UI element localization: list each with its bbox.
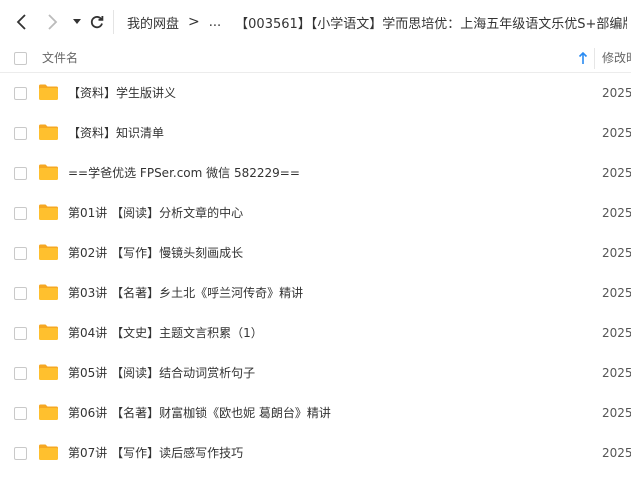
caret-down-icon [73,19,81,24]
column-header-name[interactable]: 文件名 [42,44,78,73]
folder-icon [39,84,58,100]
file-modified-date: 2025 [602,366,631,380]
row-checkbox[interactable] [14,127,27,140]
folder-icon [39,284,58,300]
folder-icon [39,124,58,140]
file-name[interactable]: 第04讲 【文史】主题文言积累（1） [68,313,263,353]
history-dropdown-button[interactable] [70,12,84,32]
file-modified-date: 2025 [602,206,631,220]
file-row[interactable]: 【资料】学生版讲义 2025 [0,73,631,113]
folder-icon [39,444,58,460]
file-name[interactable]: 第01讲 【阅读】分析文章的中心 [68,193,243,233]
breadcrumb-current[interactable]: 【003561】【小学语文】学而思培优：上海五年级语文乐优S+部编版（... [235,13,627,32]
refresh-button[interactable] [88,12,106,32]
file-row[interactable]: 第07讲 【写作】读后感写作技巧 2025 [0,433,631,473]
file-row[interactable]: 第05讲 【阅读】结合动词赏析句子 2025 [0,353,631,393]
back-button[interactable] [12,12,32,32]
row-checkbox[interactable] [14,87,27,100]
file-modified-date: 2025 [602,246,631,260]
folder-icon [39,164,58,180]
file-name[interactable]: 第07讲 【写作】读后感写作技巧 [68,433,243,473]
file-modified-date: 2025 [602,406,631,420]
breadcrumb-ellipsis[interactable]: ... [209,15,221,30]
file-name[interactable]: 第05讲 【阅读】结合动词赏析句子 [68,353,255,393]
chevron-left-icon [16,14,26,30]
file-name[interactable]: ==学爸优选 FPSer.com 微信 582229== [68,153,300,193]
select-all-checkbox[interactable] [14,52,27,65]
breadcrumb: 我的网盘 > ... 【003561】【小学语文】学而思培优：上海五年级语文乐优… [127,0,627,44]
file-row[interactable]: 【资料】知识清单 2025 [0,113,631,153]
top-navigation-bar: 我的网盘 > ... 【003561】【小学语文】学而思培优：上海五年级语文乐优… [0,0,631,44]
row-checkbox[interactable] [14,327,27,340]
file-modified-date: 2025 [602,126,631,140]
file-row[interactable]: ==学爸优选 FPSer.com 微信 582229== 2025 [0,153,631,193]
file-row[interactable]: 第02讲 【写作】慢镜头刻画成长 2025 [0,233,631,273]
row-checkbox[interactable] [14,207,27,220]
column-header-modified[interactable]: 修改时 [602,44,631,73]
folder-icon [39,244,58,260]
row-checkbox[interactable] [14,247,27,260]
forward-button[interactable] [42,12,62,32]
breadcrumb-separator: > [188,14,200,30]
file-name[interactable]: 第02讲 【写作】慢镜头刻画成长 [68,233,243,273]
file-modified-date: 2025 [602,286,631,300]
file-name[interactable]: 第06讲 【名著】财富枷锁《欧也妮 葛朗台》精讲 [68,393,331,433]
file-list-header: 文件名 修改时 [0,44,631,73]
file-row[interactable]: 第04讲 【文史】主题文言积累（1） 2025 [0,313,631,353]
row-checkbox[interactable] [14,287,27,300]
folder-icon [39,404,58,420]
folder-icon [39,364,58,380]
chevron-right-icon [48,14,58,30]
folder-icon [39,324,58,340]
refresh-icon [90,16,104,29]
toolbar-divider [113,10,114,34]
file-row[interactable]: 第01讲 【阅读】分析文章的中心 2025 [0,193,631,233]
file-modified-date: 2025 [602,166,631,180]
row-checkbox[interactable] [14,407,27,420]
breadcrumb-root[interactable]: 我的网盘 [127,13,179,32]
file-name[interactable]: 第03讲 【名著】乡土北《呼兰河传奇》精讲 [68,273,303,313]
row-checkbox[interactable] [14,367,27,380]
file-row[interactable]: 第03讲 【名著】乡土北《呼兰河传奇》精讲 2025 [0,273,631,313]
row-checkbox[interactable] [14,167,27,180]
file-modified-date: 2025 [602,326,631,340]
file-modified-date: 2025 [602,86,631,100]
row-checkbox[interactable] [14,447,27,460]
arrow-up-icon[interactable] [578,52,588,65]
file-name[interactable]: 【资料】学生版讲义 [68,73,176,113]
file-row[interactable]: 第06讲 【名著】财富枷锁《欧也妮 葛朗台》精讲 2025 [0,393,631,433]
column-divider[interactable] [594,48,595,69]
folder-icon [39,204,58,220]
file-modified-date: 2025 [602,446,631,460]
file-name[interactable]: 【资料】知识清单 [68,113,164,153]
